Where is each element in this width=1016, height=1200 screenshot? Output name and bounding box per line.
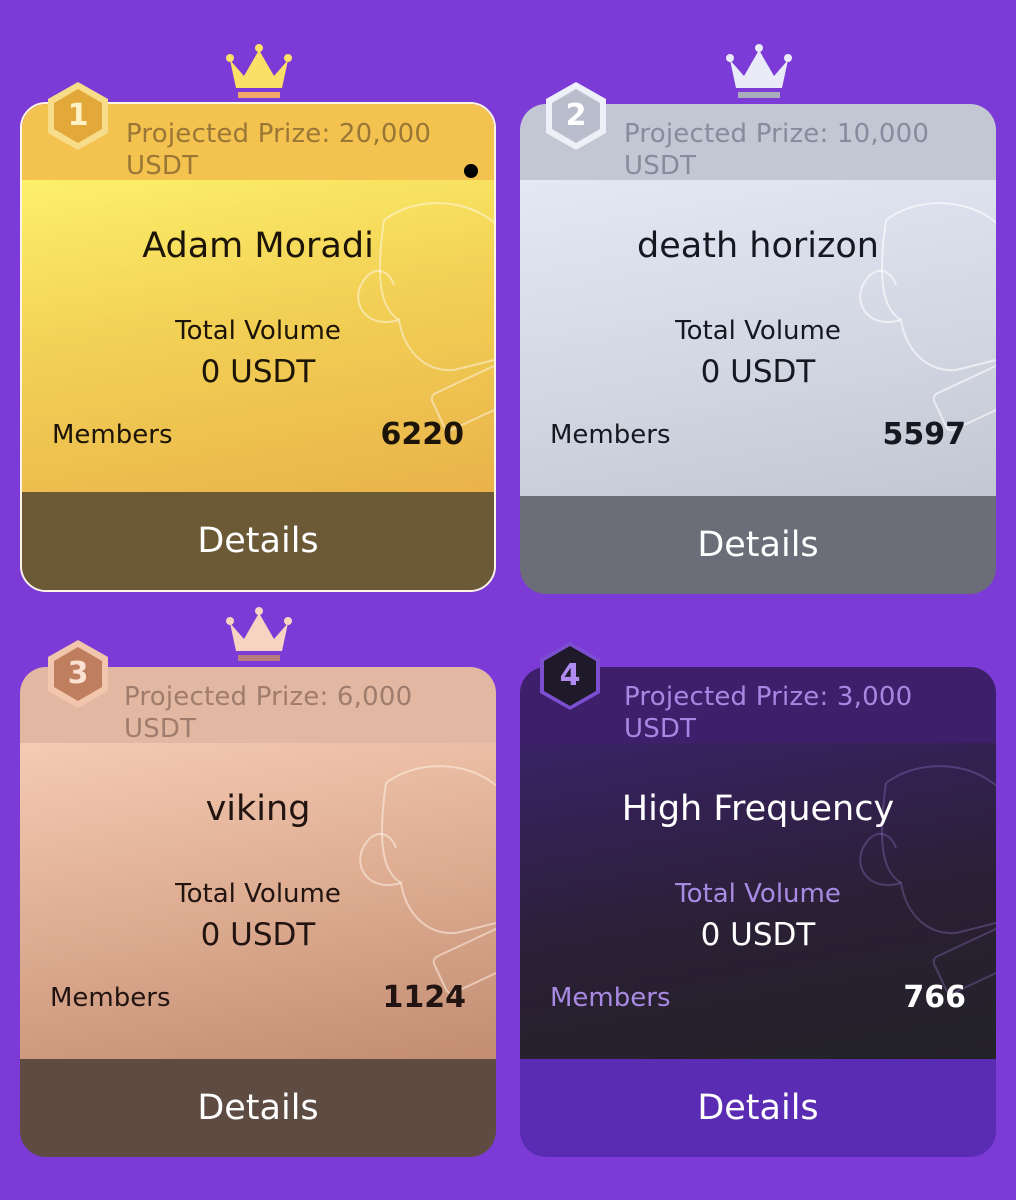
- team-name: Adam Moradi: [142, 226, 374, 266]
- rank-number: 1: [67, 98, 89, 133]
- prize-amount: Projected Prize: 3,000: [624, 682, 913, 712]
- crown-icon: [226, 607, 292, 661]
- members-label: Members: [50, 983, 171, 1013]
- prize-amount: Projected Prize: 6,000: [124, 682, 413, 712]
- team-card-bronze[interactable]: Projected Prize: 6,000 USDT viking Total…: [20, 667, 496, 1157]
- rank-number: 3: [67, 656, 89, 691]
- rank-badge: 2: [540, 80, 612, 152]
- projected-prize: Projected Prize: 6,000 USDT: [124, 681, 444, 745]
- team-leaderboard: Projected Prize: 20,000 USDT Adam Moradi…: [0, 0, 1016, 1200]
- members-label: Members: [550, 420, 671, 450]
- rank-number: 2: [565, 98, 587, 133]
- members-count: 1124: [382, 980, 467, 1015]
- total-volume-label: Total Volume: [675, 316, 841, 346]
- rank-badge: 1: [42, 80, 114, 152]
- total-volume-value: 0 USDT: [700, 917, 816, 953]
- crown-icon: [726, 44, 792, 98]
- members-count: 6220: [380, 417, 465, 452]
- members-count: 766: [903, 980, 966, 1015]
- members-count: 5597: [882, 417, 967, 452]
- total-volume-label: Total Volume: [175, 316, 341, 346]
- projected-prize: Projected Prize: 20,000 USDT: [126, 118, 446, 182]
- team-card-gold[interactable]: Projected Prize: 20,000 USDT Adam Moradi…: [20, 102, 496, 592]
- team-card-dark[interactable]: Projected Prize: 3,000 USDT High Frequen…: [520, 667, 996, 1157]
- details-button[interactable]: Details: [22, 492, 494, 590]
- prize-currency: USDT: [624, 714, 697, 744]
- crown-icon: [226, 44, 292, 98]
- card-body: death horizon Total Volume 0 USDT Member…: [520, 180, 996, 496]
- prize-currency: USDT: [624, 151, 697, 181]
- projected-prize: Projected Prize: 3,000 USDT: [624, 681, 944, 745]
- members-label: Members: [52, 420, 173, 450]
- prize-currency: USDT: [124, 714, 197, 744]
- prize-currency: USDT: [126, 151, 199, 181]
- rank-badge: 3: [42, 638, 114, 710]
- details-button[interactable]: Details: [520, 1059, 996, 1157]
- total-volume-value: 0 USDT: [200, 917, 316, 953]
- rank-badge: 4: [534, 640, 606, 712]
- details-button[interactable]: Details: [520, 496, 996, 594]
- team-name: viking: [205, 789, 311, 829]
- card-body: viking Total Volume 0 USDT Members 1124: [20, 743, 496, 1059]
- projected-prize: Projected Prize: 10,000 USDT: [624, 118, 944, 182]
- team-card-silver[interactable]: Projected Prize: 10,000 USDT death horiz…: [520, 104, 996, 594]
- total-volume-value: 0 USDT: [200, 354, 316, 390]
- card-body: High Frequency Total Volume 0 USDT Membe…: [520, 743, 996, 1059]
- details-button[interactable]: Details: [20, 1059, 496, 1157]
- team-name: death horizon: [637, 226, 879, 266]
- members-label: Members: [550, 983, 671, 1013]
- prize-amount: Projected Prize: 10,000: [624, 119, 930, 149]
- total-volume-label: Total Volume: [175, 879, 341, 909]
- card-body: Adam Moradi Total Volume 0 USDT Members …: [22, 180, 494, 496]
- total-volume-value: 0 USDT: [700, 354, 816, 390]
- prize-amount: Projected Prize: 20,000: [126, 119, 432, 149]
- team-name: High Frequency: [621, 789, 895, 829]
- rank-number: 4: [559, 658, 581, 693]
- total-volume-label: Total Volume: [675, 879, 841, 909]
